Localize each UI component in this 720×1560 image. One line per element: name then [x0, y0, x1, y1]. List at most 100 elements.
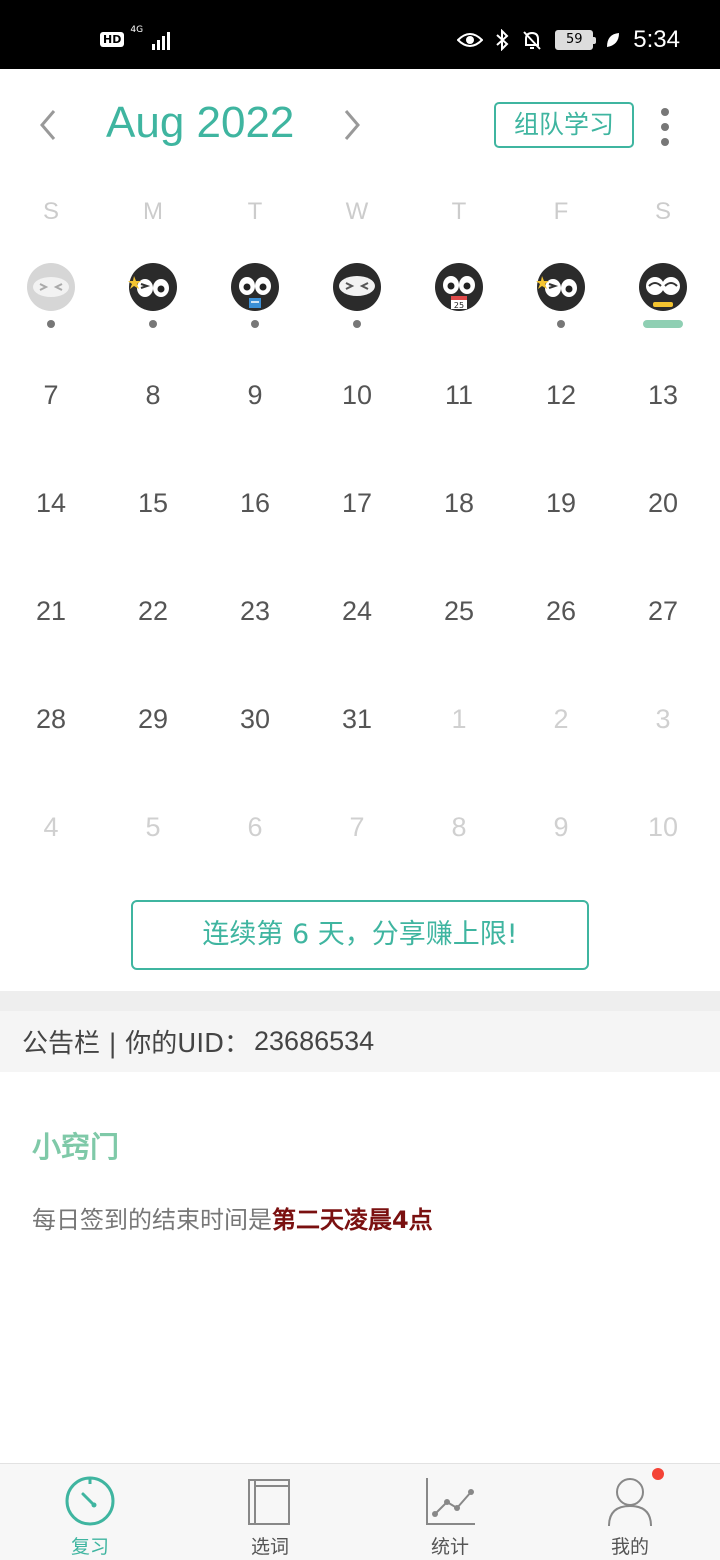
date-cell[interactable]: 21: [0, 560, 102, 668]
date-cell-next-month[interactable]: 5: [102, 776, 204, 884]
dot: [661, 108, 669, 116]
checkin-dot: [353, 320, 361, 328]
week-row: 21 22 23 24 25 26 27: [0, 560, 720, 668]
prev-month-button[interactable]: [28, 100, 68, 150]
winking-face-icon: [128, 263, 177, 311]
studying-face-icon: [231, 263, 279, 311]
winking-face-icon: [536, 263, 585, 311]
signal-icon: 4G: [130, 25, 171, 50]
checkin-dot: [251, 320, 259, 328]
bottom-tab-bar: 复习 选词 统计 我的: [0, 1463, 720, 1560]
date-cell[interactable]: 27: [612, 560, 714, 668]
checkin-day[interactable]: [102, 262, 204, 334]
calendar-face-icon: 25: [435, 263, 483, 311]
notification-badge: [652, 1468, 664, 1480]
tip-text: 每日签到的结束时间是第二天凌晨4点: [32, 1200, 433, 1235]
week-row: 7 8 9 10 11 12 13: [0, 344, 720, 452]
clock: 5:34: [633, 26, 680, 53]
tab-label: 统计: [430, 1536, 469, 1558]
date-cell[interactable]: 16: [204, 452, 306, 560]
date-cell[interactable]: 19: [510, 452, 612, 560]
checkin-day[interactable]: [0, 262, 102, 334]
checkin-day[interactable]: 25: [408, 262, 510, 334]
hd-badge: HD: [100, 31, 125, 47]
next-month-button[interactable]: [332, 100, 372, 150]
date-cell-next-month[interactable]: 2: [510, 668, 612, 776]
dot: [661, 123, 669, 131]
checkin-row: 25: [0, 262, 720, 334]
tab-review[interactable]: 复习: [0, 1464, 180, 1560]
date-cell-next-month[interactable]: 3: [612, 668, 714, 776]
bell-off-icon: [523, 31, 542, 50]
date-cell[interactable]: 29: [102, 668, 204, 776]
date-cell[interactable]: 14: [0, 452, 102, 560]
tab-statistics[interactable]: 统计: [360, 1464, 540, 1560]
weekday-label: F: [553, 198, 569, 225]
checkin-day[interactable]: [510, 262, 612, 334]
date-cell[interactable]: 10: [306, 344, 408, 452]
date-cell[interactable]: 25: [408, 560, 510, 668]
date-cell[interactable]: 20: [612, 452, 714, 560]
date-grid: 7 8 9 10 11 12 13 14 15 16 17 18 19 20 2…: [0, 344, 720, 884]
bluetooth-icon: [496, 29, 509, 51]
user-icon: [608, 1478, 652, 1527]
date-cell[interactable]: 12: [510, 344, 612, 452]
checkin-day[interactable]: [306, 262, 408, 334]
month-header: Aug 2022 组队学习: [0, 90, 720, 162]
month-title[interactable]: Aug 2022: [106, 98, 294, 148]
date-cell-next-month[interactable]: 6: [204, 776, 306, 884]
sleeping-face-icon: [333, 263, 381, 311]
date-cell[interactable]: 9: [204, 344, 306, 452]
date-cell-next-month[interactable]: 4: [0, 776, 102, 884]
uid-value: 23686534: [254, 1026, 375, 1056]
date-cell[interactable]: 26: [510, 560, 612, 668]
date-cell[interactable]: 11: [408, 344, 510, 452]
section-divider: [0, 991, 720, 1011]
book-icon: [248, 1479, 290, 1525]
tab-mine[interactable]: 我的: [540, 1464, 720, 1560]
date-cell[interactable]: 15: [102, 452, 204, 560]
checkin-day-today[interactable]: [612, 262, 714, 334]
checkin-dot: [149, 320, 157, 328]
tab-label: 我的: [610, 1536, 649, 1558]
tip-body: 每日签到的结束时间是: [32, 1206, 272, 1234]
date-cell[interactable]: 28: [0, 668, 102, 776]
weekday-label: T: [451, 198, 467, 225]
tab-choose-words[interactable]: 选词: [180, 1464, 360, 1560]
date-cell[interactable]: 22: [102, 560, 204, 668]
date-cell[interactable]: 18: [408, 452, 510, 560]
notice-bar: 公告栏 | 你的UID： 23686534: [0, 1011, 720, 1072]
more-options-button[interactable]: [650, 102, 680, 152]
date-cell[interactable]: 8: [102, 344, 204, 452]
tip-highlight: 第二天凌晨4点: [272, 1206, 433, 1234]
tip-title: 小窍门: [32, 1130, 120, 1164]
weekday-label: S: [42, 198, 59, 225]
today-indicator: [643, 320, 683, 328]
share-streak-button[interactable]: 连续第 6 天，分享赚上限!: [131, 900, 589, 970]
leaf-icon: [607, 33, 620, 47]
date-cell[interactable]: 31: [306, 668, 408, 776]
date-cell-next-month[interactable]: 1: [408, 668, 510, 776]
chevron-left-icon: [40, 110, 56, 140]
checkin-dot: [557, 320, 565, 328]
weekday-label: W: [345, 198, 369, 225]
date-cell[interactable]: 13: [612, 344, 714, 452]
date-cell-next-month[interactable]: 10: [612, 776, 714, 884]
status-left: HD 4G: [100, 25, 171, 50]
date-cell[interactable]: 24: [306, 560, 408, 668]
sleeping-face-icon: [27, 263, 75, 311]
network-type: 4G: [130, 25, 144, 35]
checkin-day[interactable]: [204, 262, 306, 334]
date-cell[interactable]: 23: [204, 560, 306, 668]
date-cell-next-month[interactable]: 8: [408, 776, 510, 884]
date-cell[interactable]: 7: [0, 344, 102, 452]
date-cell-next-month[interactable]: 9: [510, 776, 612, 884]
tab-label: 选词: [250, 1536, 289, 1558]
weekday-label: T: [247, 198, 263, 225]
team-study-button[interactable]: 组队学习: [494, 102, 634, 148]
week-row: 4 5 6 7 8 9 10: [0, 776, 720, 884]
date-cell[interactable]: 17: [306, 452, 408, 560]
date-cell[interactable]: 30: [204, 668, 306, 776]
week-row: 14 15 16 17 18 19 20: [0, 452, 720, 560]
date-cell-next-month[interactable]: 7: [306, 776, 408, 884]
